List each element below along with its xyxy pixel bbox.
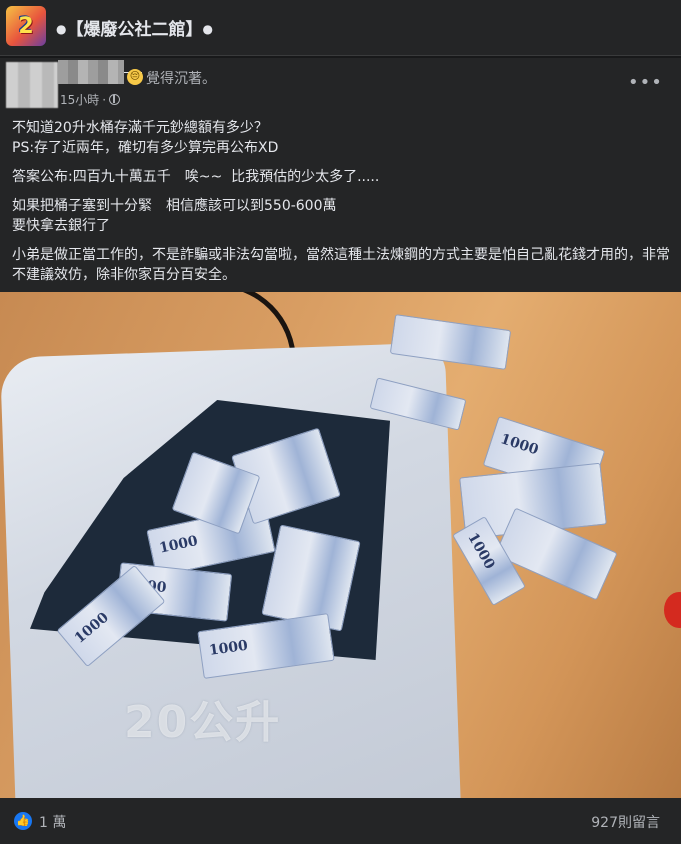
feeling-emoji-icon: 😔 <box>127 69 143 85</box>
post-paragraph: 如果把桶子塞到十分緊 相信應該可以到550-600萬 要快拿去銀行了 <box>12 198 337 234</box>
post-time[interactable]: 15小時 <box>60 91 99 108</box>
post-photo[interactable]: 1000 1000 1000 1000 1000 1000 20公升 <box>0 292 681 798</box>
group-name[interactable]: 【爆廢公社二館】 <box>66 20 202 40</box>
comment-count[interactable]: 927則留言 <box>591 812 660 832</box>
banknote-denomination: 1000 <box>208 637 249 659</box>
feeling-text: 覺得沉著。 <box>146 71 216 87</box>
post-paragraph: 小弟是做正當工作的，不是詐騙或非法勾當啦，當然這種土法煉鋼的方式主要是怕自己亂花… <box>12 247 670 283</box>
banknote-denomination: 1000 <box>71 609 112 647</box>
red-object <box>664 592 681 628</box>
group-logo[interactable]: 2 <box>6 6 46 46</box>
banknote-denomination: 1000 <box>498 431 541 459</box>
meta-separator: · <box>102 92 107 107</box>
globe-icon <box>109 94 121 105</box>
reaction-count[interactable]: 1 萬 <box>39 812 66 832</box>
post-paragraph: 答案公布:四百九十萬五千 唉~~ 比我預估的少太多了..... <box>12 169 380 185</box>
like-icon[interactable]: 👍 <box>14 812 32 830</box>
post-footer <box>0 798 681 844</box>
avatar[interactable] <box>6 62 58 108</box>
post-paragraph: 不知道20升水桶存滿千元鈔總額有多少？ PS:存了近兩年，確切有多少算完再公布X… <box>12 120 279 156</box>
post-meta: 15小時 · <box>60 91 121 108</box>
title-dot-left: ● <box>56 22 67 36</box>
group-header: 2 ●【爆廢公社二館】● <box>0 0 681 56</box>
post-body: 不知道20升水桶存滿千元鈔總額有多少？ PS:存了近兩年，確切有多少算完再公布X… <box>12 118 672 285</box>
banknote-denomination: 1000 <box>464 530 498 573</box>
more-options-icon[interactable]: ••• <box>628 74 662 96</box>
group-title[interactable]: ●【爆廢公社二館】● <box>56 15 213 40</box>
title-dot-right: ● <box>202 22 213 36</box>
banknote-denomination: 1000 <box>157 532 200 557</box>
bucket-capacity-label: 20公升 <box>124 697 282 748</box>
group-logo-glyph: 2 <box>18 13 34 39</box>
author-name-redacted[interactable] <box>58 60 124 84</box>
